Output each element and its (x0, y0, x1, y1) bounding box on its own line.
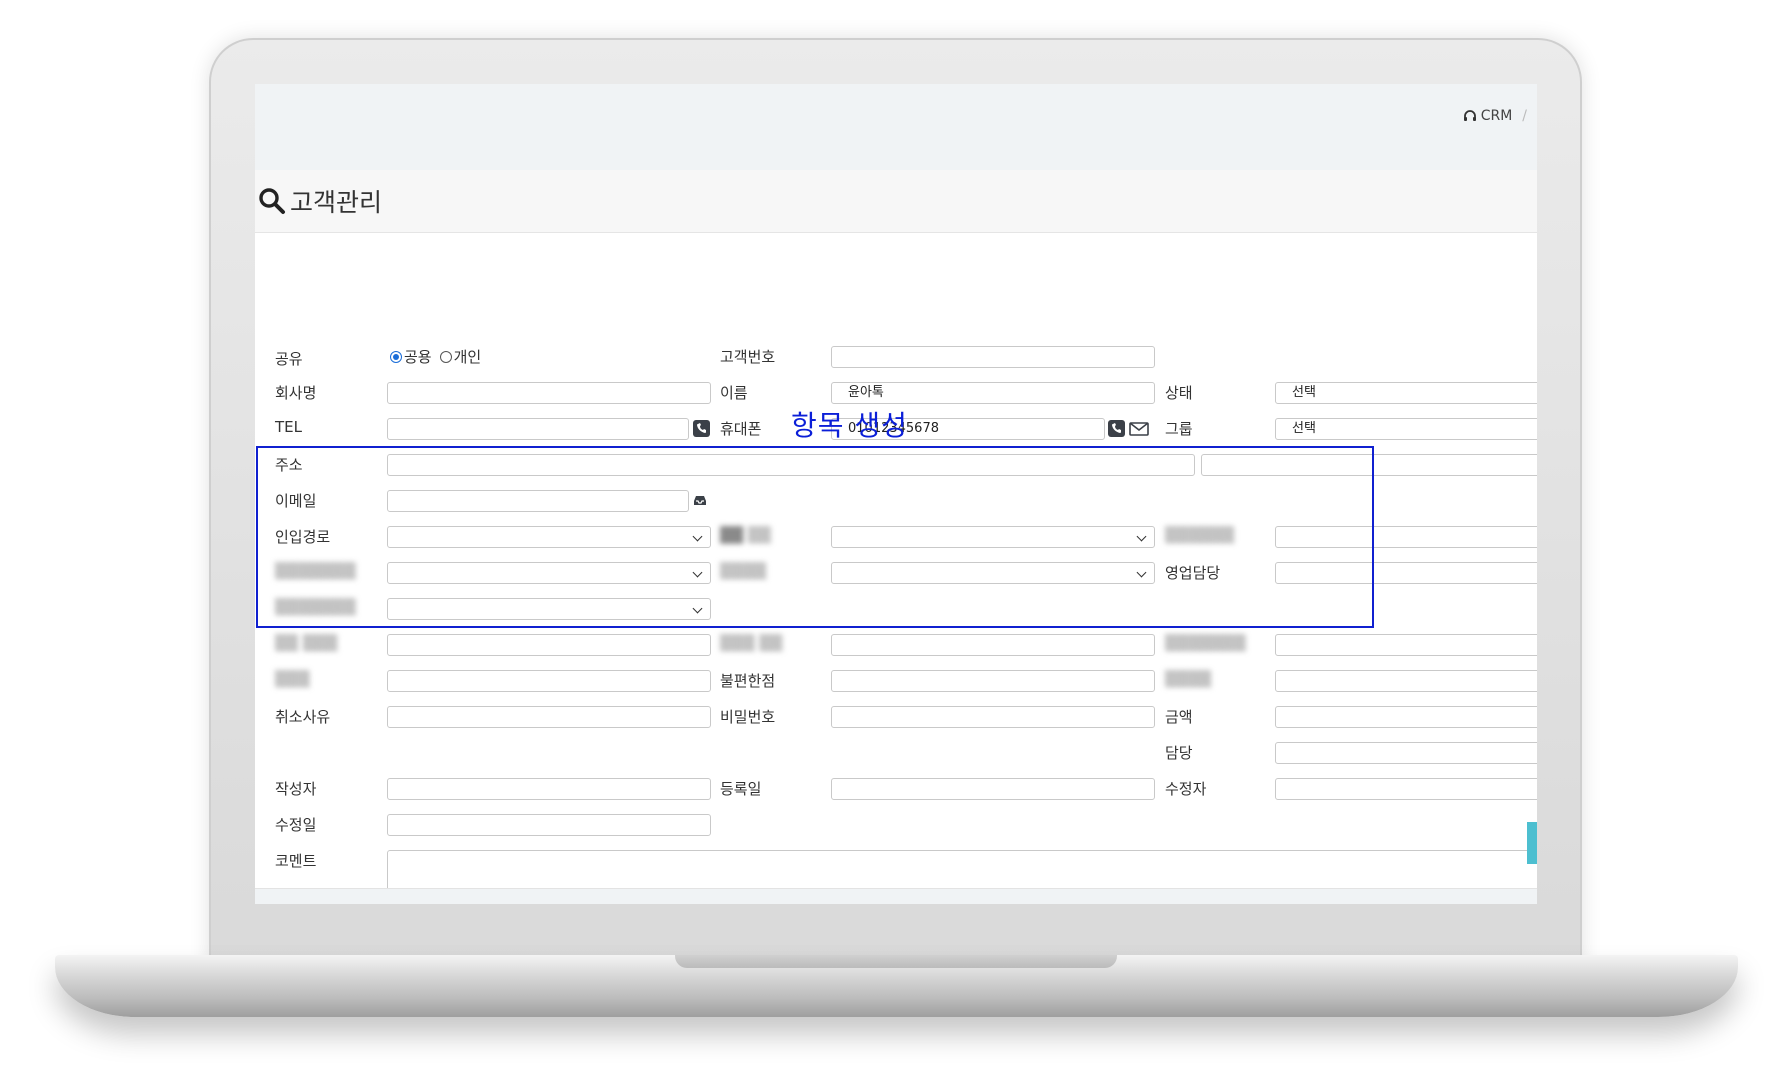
complaint-label: 불편한점 (720, 672, 776, 690)
blurred-input[interactable] (1275, 634, 1537, 656)
share-option-private: 개인 (453, 348, 482, 366)
blurred-label: ▒▒▒▒▒▒▒ (275, 598, 356, 616)
customer-no-label: 고객번호 (720, 348, 776, 366)
address-label: 주소 (275, 456, 303, 474)
company-input[interactable] (387, 382, 711, 404)
password-label: 비밀번호 (720, 708, 776, 726)
status-select[interactable]: 선택 (1275, 382, 1537, 404)
assignee-label: 담당 (1165, 744, 1193, 762)
tel-label: TEL (275, 418, 302, 436)
blurred-label: ▒▒ ▒▒▒ (275, 634, 338, 652)
save-button[interactable] (1527, 822, 1537, 864)
phone-icon[interactable] (1108, 420, 1125, 437)
headset-icon (1463, 109, 1476, 121)
editor-input[interactable] (1275, 778, 1537, 800)
blurred-label: ▒▒▒▒▒▒▒ (1165, 634, 1246, 652)
blurred-label: ▒▒▒ (275, 670, 310, 688)
blurred-label: ▒▒▒▒▒▒▒ (275, 562, 356, 580)
blurred-label: ▒▒▒▒ (720, 562, 767, 580)
blurred-label: ▒▒▒▒▒▒ (1165, 526, 1235, 544)
blurred-input[interactable] (1275, 526, 1537, 548)
breadcrumb-crm[interactable]: CRM (1481, 108, 1513, 124)
laptop-notch (675, 955, 1117, 968)
blurred-input[interactable] (387, 634, 711, 656)
amount-label: 금액 (1165, 708, 1193, 726)
mobile-label: 휴대폰 (720, 420, 762, 438)
name-input[interactable]: 윤아톡 (831, 382, 1155, 404)
amount-input[interactable] (1275, 706, 1537, 728)
address-input[interactable] (387, 454, 1195, 476)
blurred-select[interactable] (831, 562, 1155, 584)
blurred-label: ▒▒▒ ▒▒ (720, 634, 783, 652)
author-label: 작성자 (275, 780, 317, 798)
blurred-label: ▒▒▒▒ (1165, 670, 1212, 688)
group-label: 그룹 (1165, 420, 1193, 438)
blurred-select[interactable] (387, 598, 711, 620)
sales-manager-input[interactable] (1275, 562, 1537, 584)
assignee-input[interactable] (1275, 742, 1537, 764)
email-label: 이메일 (275, 492, 317, 510)
sales-manager-label: 영업담당 (1165, 564, 1221, 582)
tel-input[interactable] (387, 418, 689, 440)
breadcrumb: CRM / (1463, 108, 1527, 124)
mail-icon[interactable] (1129, 422, 1149, 436)
editor-label: 수정자 (1165, 780, 1207, 798)
cancel-reason-label: 취소사유 (275, 708, 331, 726)
author-input[interactable] (387, 778, 711, 800)
inbox-icon[interactable] (693, 494, 707, 506)
blurred-input[interactable] (1275, 670, 1537, 692)
reg-date-input[interactable] (831, 778, 1155, 800)
email-input[interactable] (387, 490, 689, 512)
inflow-select[interactable] (387, 526, 711, 548)
cancel-reason-input[interactable] (387, 706, 711, 728)
password-input[interactable] (831, 706, 1155, 728)
address-detail-input[interactable] (1201, 454, 1537, 476)
share-option-public: 공용 (404, 348, 432, 366)
page-title: 고객관리 (290, 188, 383, 217)
blurred-input[interactable] (387, 670, 711, 692)
phone-icon[interactable] (693, 420, 710, 437)
status-label: 상태 (1165, 384, 1193, 402)
group-select[interactable]: 선택 (1275, 418, 1537, 440)
breadcrumb-separator: / (1522, 108, 1527, 124)
customer-no-input[interactable] (831, 346, 1155, 368)
share-radio-group: 공용 개인 (390, 346, 481, 367)
complaint-input[interactable] (831, 670, 1155, 692)
blurred-select[interactable] (831, 526, 1155, 548)
footer-bar (255, 888, 1537, 904)
laptop-screen: CRM / 고객관리 공유 공용 개인 고객번호 회사명 이름 윤아톡 상태 선… (255, 84, 1537, 904)
share-radio-public[interactable] (390, 350, 402, 363)
blurred-label: ██ ▒▒ (720, 526, 771, 544)
inflow-label: 인입경로 (275, 528, 331, 546)
share-label: 공유 (275, 350, 303, 368)
company-label: 회사명 (275, 384, 317, 402)
mod-date-input[interactable] (387, 814, 711, 836)
blurred-select[interactable] (387, 562, 711, 584)
comment-label: 코멘트 (275, 852, 317, 870)
name-label: 이름 (720, 384, 748, 402)
blurred-input[interactable] (831, 634, 1155, 656)
page-header: 고객관리 (255, 170, 1537, 233)
search-icon (259, 188, 285, 214)
annotation-label: 항목 생성 (791, 409, 908, 442)
mod-date-label: 수정일 (275, 816, 317, 834)
top-bar: CRM / (255, 84, 1537, 171)
reg-date-label: 등록일 (720, 780, 762, 798)
share-radio-private[interactable] (439, 350, 452, 363)
